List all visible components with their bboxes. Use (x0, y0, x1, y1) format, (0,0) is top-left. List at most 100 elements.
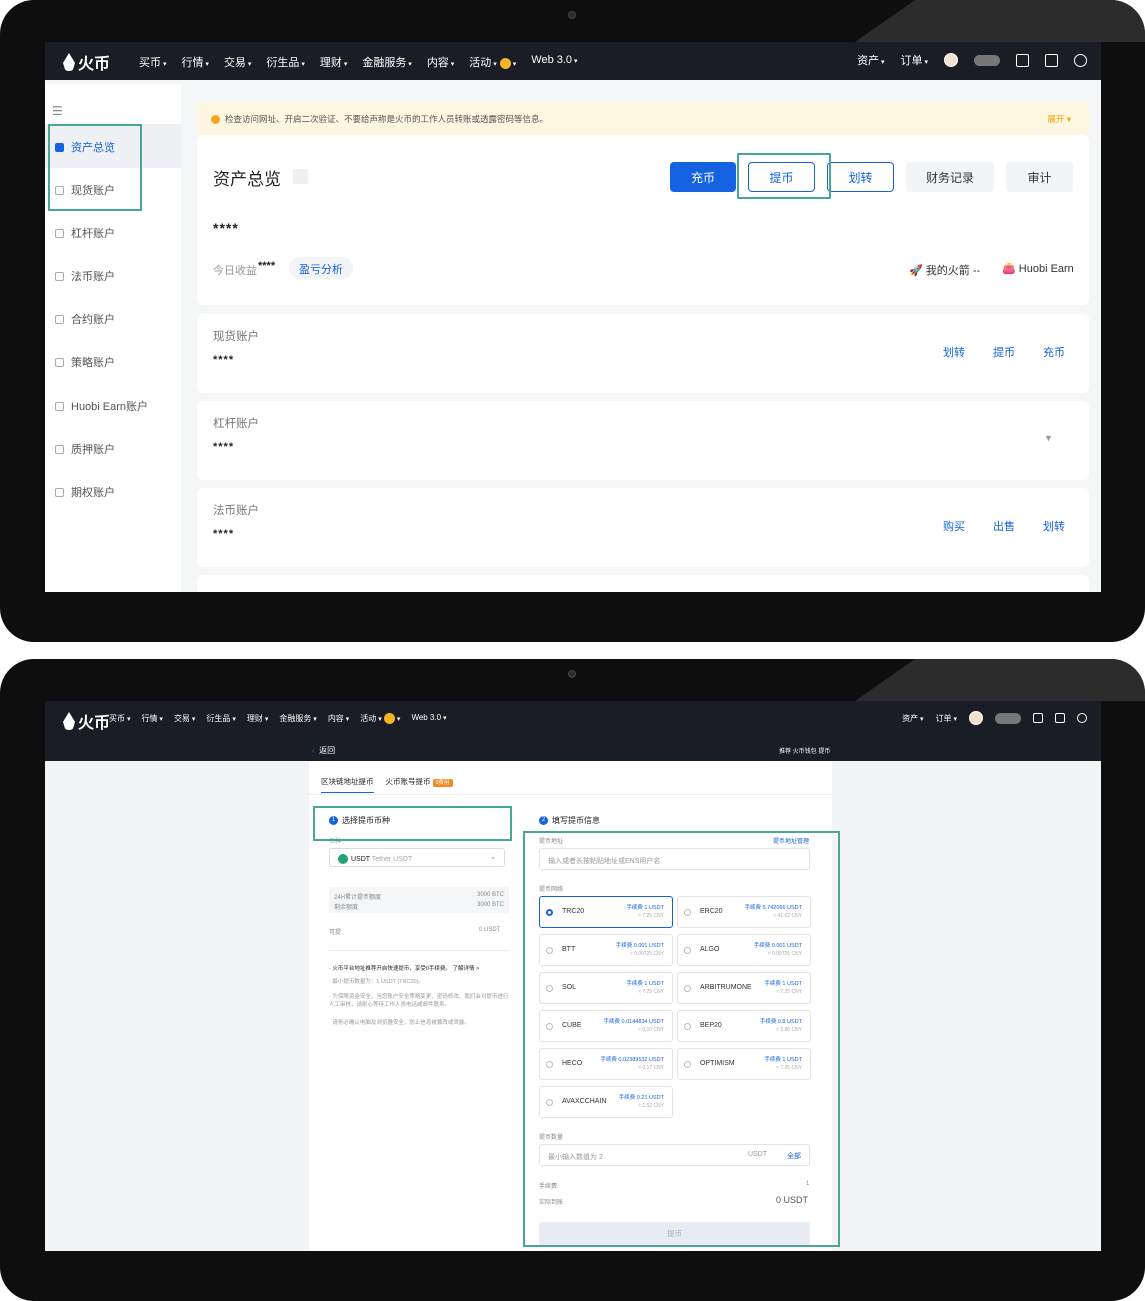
nav-right: 资产 订单 (902, 711, 1087, 725)
fiat-icon (55, 271, 64, 281)
menu-buy[interactable]: 买币 (139, 54, 166, 70)
menu-content[interactable]: 内容 (328, 713, 349, 724)
menu-activity[interactable]: 活动 (360, 713, 400, 725)
audit-button[interactable]: 审计 (1006, 162, 1073, 192)
spot-account-card: 现货账户 **** 划转 提币 充币 (197, 314, 1089, 393)
fiat-buy-link[interactable]: 购买 (943, 518, 965, 534)
expand-link[interactable]: 展开 ▾ (1047, 113, 1071, 125)
sidebar-item-fiat[interactable]: 法币账户 (55, 268, 115, 284)
coin-select[interactable]: USDT Tether USDT ⌄ (329, 848, 505, 867)
spot-transfer-link[interactable]: 划转 (943, 344, 965, 360)
security-notice: 检查访问网址、开启二次验证、不要给声称是火币的工作人员转账或透露密码等信息。 展开… (197, 102, 1089, 135)
monitor-bottom: 火币 买币 行情 交易 衍生品 理财 金融服务 内容 活动 Web 3.0 资产… (0, 659, 1145, 1301)
free-badge: 0费用 (432, 779, 453, 787)
chevron-down-icon[interactable]: ▼ (1044, 433, 1053, 443)
menu-web3[interactable]: Web 3.0 (411, 713, 446, 724)
screen-withdraw: 火币 买币 行情 交易 衍生品 理财 金融服务 内容 活动 Web 3.0 资产… (45, 701, 1101, 1251)
monitor-top: 火币 买币 行情 交易 衍生品 理财 金融服务 内容 活动 Web 3.0 资产… (0, 0, 1145, 642)
menu-trade[interactable]: 交易 (174, 713, 195, 724)
sidebar-item-contract[interactable]: 合约账户 (55, 311, 115, 327)
highlight-coin-select (313, 806, 512, 841)
download-icon[interactable] (1045, 53, 1058, 67)
today-label: 今日收益 (213, 265, 257, 277)
top-navbar: 火币 买币 行情 交易 衍生品 理财 金融服务 内容 活动 Web 3.0 资产… (45, 701, 1101, 739)
collapse-icon[interactable]: ☰ (52, 104, 63, 118)
eye-icon[interactable] (293, 169, 308, 184)
account-title: 法币账户 (213, 505, 259, 517)
menu-trade[interactable]: 交易 (224, 54, 251, 70)
earn-link[interactable]: 👛 Huobi Earn (1002, 262, 1074, 275)
menu-buy[interactable]: 买币 (109, 713, 130, 724)
menu-derivatives[interactable]: 衍生品 (266, 54, 304, 70)
coin-icon (383, 713, 395, 725)
strategy-icon (55, 357, 64, 367)
spot-deposit-link[interactable]: 充币 (1043, 344, 1065, 360)
download-icon[interactable] (1055, 713, 1065, 723)
avatar[interactable] (969, 711, 983, 725)
spot-withdraw-link[interactable]: 提币 (993, 344, 1015, 360)
rocket-link[interactable]: 🚀 我的火箭 -- (909, 262, 980, 278)
fiat-sell-link[interactable]: 出售 (993, 518, 1015, 534)
menu-derivatives[interactable]: 衍生品 (206, 713, 235, 724)
chevron-down-icon: ⌄ (490, 854, 496, 861)
quota-box: 24H累计提币额度 3000 BTC 剩余额度 3000 BTC (329, 887, 509, 913)
sidebar-item-earn[interactable]: Huobi Earn账户 (55, 398, 148, 414)
camera-dot (568, 11, 576, 19)
menu-financial-services[interactable]: 金融服务 (279, 713, 316, 724)
account-title: 现货账户 (213, 331, 259, 343)
menu-orders[interactable]: 订单 (901, 52, 928, 68)
globe-icon[interactable] (1074, 53, 1087, 67)
margin-icon (55, 228, 64, 238)
logo[interactable]: 火币 (63, 50, 110, 74)
fiat-transfer-link[interactable]: 划转 (1043, 518, 1065, 534)
document-icon[interactable] (1033, 713, 1043, 723)
deposit-button[interactable]: 充币 (670, 162, 736, 192)
account-title: 杠杆账户 (213, 418, 259, 430)
logo[interactable]: 火币 (63, 709, 110, 733)
theme-toggle[interactable] (995, 712, 1021, 724)
total-balance: **** (213, 220, 239, 236)
highlight-sidebar (48, 124, 142, 211)
sidebar-item-strategy[interactable]: 策略账户 (55, 354, 115, 370)
menu-content[interactable]: 内容 (427, 54, 454, 70)
coin-icon (499, 57, 511, 69)
note-min: · 最小提币数量为：1 USDT (TRC20)。 (329, 979, 424, 985)
transfer-button[interactable]: 划转 (827, 162, 894, 192)
flame-icon (63, 53, 75, 71)
recommend-link[interactable]: 推荐 火币钱包 提币 (779, 746, 830, 755)
main-menu: 买币 行情 交易 衍生品 理财 金融服务 内容 活动 Web 3.0 (139, 54, 578, 70)
records-button[interactable]: 财务记录 (906, 162, 994, 192)
step-2: 2 填写提币信息 (539, 815, 600, 826)
tab-blockchain[interactable]: 区块链地址提币 (321, 776, 374, 793)
available-value: 0 USDT (479, 927, 501, 933)
globe-icon[interactable] (1077, 713, 1087, 723)
available-label: 可提 (329, 930, 342, 936)
warning-icon (211, 115, 220, 125)
menu-assets[interactable]: 资产 (857, 52, 884, 68)
overview-card: 资产总览 充币 提币 划转 财务记录 审计 **** 今日收益 **** 盈亏分… (197, 135, 1089, 305)
menu-finance[interactable]: 理财 (320, 54, 347, 70)
avatar[interactable] (944, 53, 958, 67)
earn-icon (55, 401, 64, 411)
document-icon[interactable] (1016, 53, 1029, 67)
menu-activity[interactable]: 活动 (469, 54, 516, 70)
sidebar-item-staking[interactable]: 质押账户 (55, 441, 115, 457)
menu-financial-services[interactable]: 金融服务 (362, 54, 411, 70)
next-account-card (197, 575, 1089, 592)
pnl-button[interactable]: 盈亏分析 (289, 257, 353, 279)
tab-huobi-account[interactable]: 火币账号提币 0费用 (386, 776, 453, 793)
menu-assets[interactable]: 资产 (902, 713, 923, 724)
menu-orders[interactable]: 订单 (936, 713, 957, 724)
menu-market[interactable]: 行情 (181, 54, 208, 70)
menu-market[interactable]: 行情 (141, 713, 162, 724)
sidebar-item-margin[interactable]: 杠杆账户 (55, 225, 115, 241)
menu-web3[interactable]: Web 3.0 (531, 54, 577, 70)
staking-icon (55, 444, 64, 454)
sidebar-item-options[interactable]: 期权账户 (55, 484, 115, 500)
apple-logo-icon (561, 1263, 583, 1287)
theme-toggle[interactable] (974, 54, 1000, 66)
camera-dot (568, 670, 576, 678)
page-title: 资产总览 (213, 170, 281, 189)
back-link[interactable]: ‹ 返回 (312, 745, 335, 756)
menu-finance[interactable]: 理财 (247, 713, 268, 724)
